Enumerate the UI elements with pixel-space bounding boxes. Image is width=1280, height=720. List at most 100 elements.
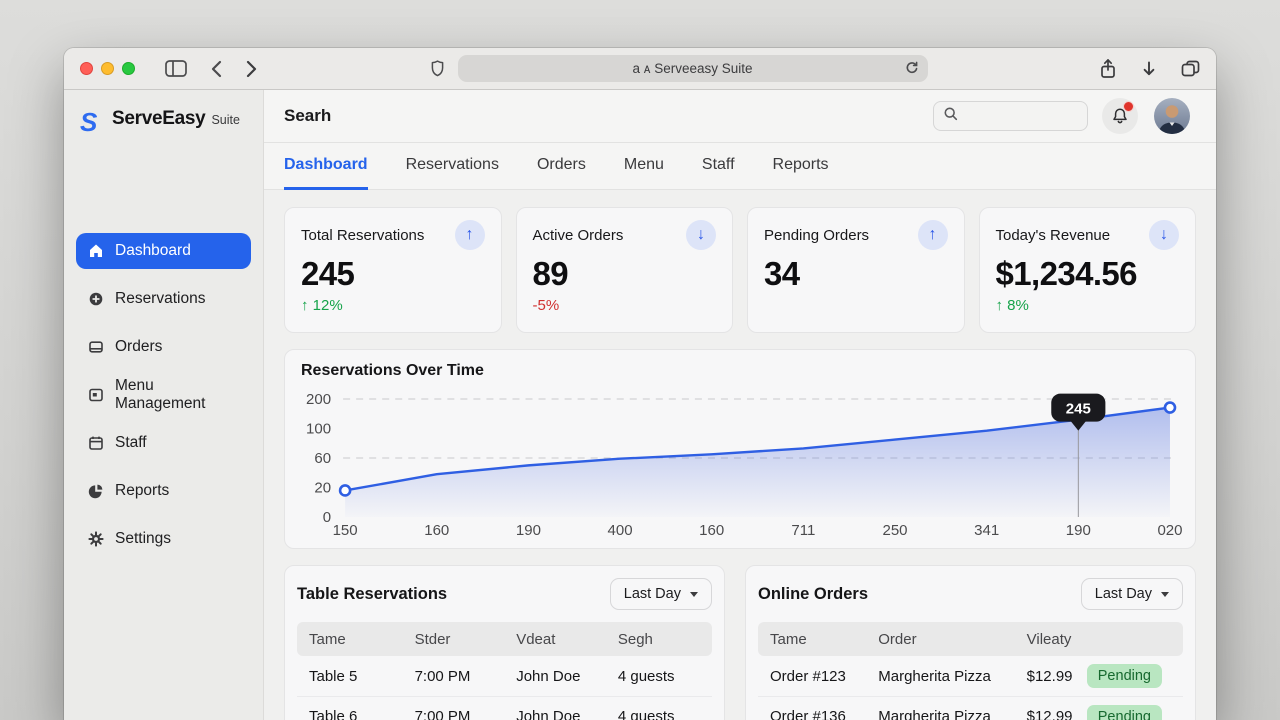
table-row: Order #136 Margherita Pizza $12.99 Pendi… bbox=[758, 696, 1183, 720]
search-input[interactable] bbox=[933, 101, 1088, 131]
search-field[interactable] bbox=[964, 109, 1078, 124]
sidebar-toggle-icon[interactable] bbox=[165, 60, 187, 77]
cell-price: $12.99 bbox=[1027, 668, 1087, 685]
cell-guests: 4 guests bbox=[618, 668, 700, 685]
pie-chart-icon bbox=[88, 483, 104, 499]
minimize-window-button[interactable] bbox=[101, 62, 114, 75]
sidebar-item-label: Staff bbox=[115, 434, 147, 452]
arrow-down-icon: ↓ bbox=[686, 220, 716, 250]
column-header: Segh bbox=[618, 631, 700, 648]
column-header: Tame bbox=[309, 631, 415, 648]
svg-text:245: 245 bbox=[1066, 401, 1091, 418]
caret-down-icon bbox=[690, 592, 698, 597]
privacy-shield-icon[interactable] bbox=[429, 59, 446, 79]
share-icon[interactable] bbox=[1099, 58, 1117, 79]
page-title: Searh bbox=[284, 106, 331, 126]
back-icon[interactable] bbox=[211, 60, 222, 78]
cell-price: $12.99 bbox=[1027, 708, 1087, 720]
cell-guests: 4 guests bbox=[618, 708, 700, 720]
cell-order-id: Order #123 bbox=[770, 668, 878, 685]
table-row: Table 6 7:00 PM John Doe 4 guests bbox=[297, 696, 712, 720]
svg-text:20: 20 bbox=[314, 480, 331, 497]
search-icon bbox=[943, 106, 958, 126]
svg-text:S: S bbox=[80, 107, 98, 137]
address-bar[interactable]: a ᴀ Serveeasy Suite bbox=[458, 55, 928, 82]
svg-text:200: 200 bbox=[306, 391, 331, 408]
sidebar-item-settings[interactable]: Settings bbox=[76, 521, 251, 557]
serveeasy-logo-icon: S bbox=[78, 108, 106, 141]
table-row: Table 5 7:00 PM John Doe 4 guests bbox=[297, 656, 712, 696]
tab-reservations[interactable]: Reservations bbox=[406, 156, 499, 190]
svg-text:250: 250 bbox=[882, 522, 907, 539]
filter-label: Last Day bbox=[1095, 586, 1152, 602]
tab-overview-icon[interactable] bbox=[1181, 60, 1200, 77]
svg-text:0: 0 bbox=[323, 509, 331, 526]
sidebar-item-staff[interactable]: Staff bbox=[76, 425, 251, 461]
arrow-down-icon: ↓ bbox=[1149, 220, 1179, 250]
cell-order-id: Order #136 bbox=[770, 708, 878, 720]
stat-title: Pending Orders bbox=[764, 227, 869, 244]
sidebar-item-label: Dashboard bbox=[115, 242, 191, 260]
sidebar-item-reports[interactable]: Reports bbox=[76, 473, 251, 509]
stat-trend bbox=[764, 297, 948, 315]
stat-title: Total Reservations bbox=[301, 227, 424, 244]
forward-icon[interactable] bbox=[246, 60, 257, 78]
reservations-filter-dropdown[interactable]: Last Day bbox=[610, 578, 712, 610]
stat-value: 34 bbox=[764, 255, 948, 293]
sidebar-item-label: Reports bbox=[115, 482, 169, 500]
cell-name: John Doe bbox=[516, 668, 618, 685]
notifications-button[interactable] bbox=[1102, 98, 1138, 134]
svg-text:150: 150 bbox=[333, 522, 358, 539]
stat-trend: -5% bbox=[533, 297, 717, 315]
stat-title: Today's Revenue bbox=[996, 227, 1111, 244]
tab-staff[interactable]: Staff bbox=[702, 156, 735, 190]
reload-icon[interactable] bbox=[905, 61, 919, 78]
close-window-button[interactable] bbox=[80, 62, 93, 75]
tab-dashboard[interactable]: Dashboard bbox=[284, 156, 368, 190]
svg-text:190: 190 bbox=[516, 522, 541, 539]
sidebar-item-label: Reservations bbox=[115, 290, 205, 308]
table-row: Order #123 Margherita Pizza $12.99 Pendi… bbox=[758, 656, 1183, 696]
sidebar-item-dashboard[interactable]: Dashboard bbox=[76, 233, 251, 269]
image-icon bbox=[88, 387, 104, 403]
tab-orders[interactable]: Orders bbox=[537, 156, 586, 190]
top-tabs: Dashboard Reservations Orders Menu Staff… bbox=[264, 143, 1216, 190]
stat-card-pending-orders: Pending Orders ↑ 34 bbox=[747, 207, 965, 333]
app-logo: S ServeEasy Suite bbox=[76, 104, 251, 145]
panel-title: Table Reservations bbox=[297, 585, 447, 604]
svg-text:711: 711 bbox=[791, 522, 815, 539]
user-avatar[interactable] bbox=[1154, 98, 1190, 134]
column-header: Order bbox=[878, 631, 1026, 648]
tab-menu[interactable]: Menu bbox=[624, 156, 664, 190]
column-header: Vileaty bbox=[1027, 631, 1171, 648]
table-reservations-panel: Table Reservations Last Day Tame Stder V… bbox=[284, 565, 725, 720]
cell-item: Margherita Pizza bbox=[878, 668, 1026, 685]
stat-value: 89 bbox=[533, 255, 717, 293]
online-orders-panel: Online Orders Last Day Tame Order Vileat… bbox=[745, 565, 1196, 720]
stat-card-total-reservations: Total Reservations ↑ 245 ↑ 12% bbox=[284, 207, 502, 333]
svg-text:020: 020 bbox=[1157, 522, 1182, 539]
svg-text:190: 190 bbox=[1066, 522, 1091, 539]
column-header: Tame bbox=[770, 631, 878, 648]
stat-value: $1,234.56 bbox=[996, 255, 1180, 293]
brand-name: ServeEasy bbox=[112, 108, 205, 130]
download-icon[interactable] bbox=[1141, 60, 1157, 78]
sidebar-item-label: Orders bbox=[115, 338, 162, 356]
svg-text:400: 400 bbox=[608, 522, 633, 539]
reservations-chart[interactable]: 0206010020015016019040016071125034119002… bbox=[301, 382, 1179, 540]
cell-item: Margherita Pizza bbox=[878, 708, 1026, 720]
orders-filter-dropdown[interactable]: Last Day bbox=[1081, 578, 1183, 610]
sidebar-item-reservations[interactable]: Reservations bbox=[76, 281, 251, 317]
sidebar-item-orders[interactable]: Orders bbox=[76, 329, 251, 365]
stat-value: 245 bbox=[301, 255, 485, 293]
svg-text:341: 341 bbox=[974, 522, 999, 539]
zoom-window-button[interactable] bbox=[122, 62, 135, 75]
tab-reports[interactable]: Reports bbox=[773, 156, 829, 190]
cell-table: Table 5 bbox=[309, 668, 415, 685]
stat-title: Active Orders bbox=[533, 227, 624, 244]
sidebar-item-menu-management[interactable]: Menu Management bbox=[76, 377, 251, 413]
svg-text:160: 160 bbox=[699, 522, 724, 539]
table-header: Tame Order Vileaty bbox=[758, 622, 1183, 656]
stat-trend: ↑ 12% bbox=[301, 297, 485, 315]
gear-icon bbox=[88, 531, 104, 547]
